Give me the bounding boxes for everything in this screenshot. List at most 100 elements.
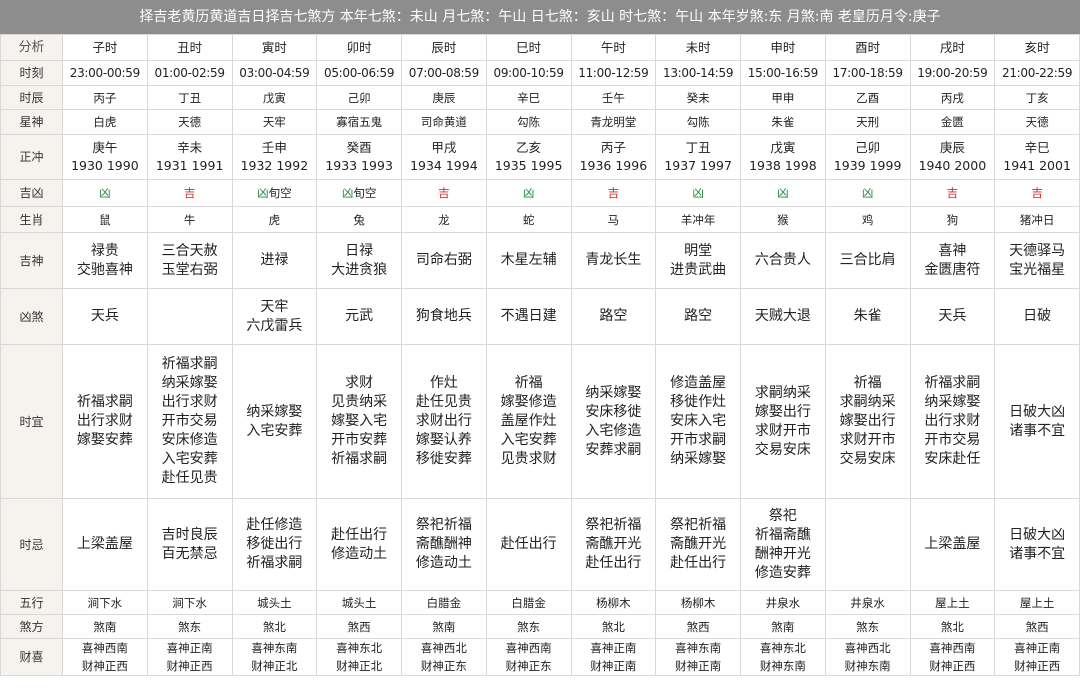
cell-shike-8: 15:00-16:59 (740, 60, 826, 86)
cell-line: 路空 (599, 308, 628, 324)
cell-jixiong-1: 吉 (146, 179, 233, 207)
cell-line: 1939 1999 (833, 158, 902, 173)
almanac-table: 分析 子时 丑时 寅时 卯时 辰时 巳时 午时 未时 申时 酉时 戌时 亥时 时刻 23:00-00:59 0… (0, 34, 1080, 676)
auspicious-mark: 吉 (946, 186, 959, 200)
cell-line: 戊寅 (770, 140, 796, 155)
row-label-caixi: 财喜 (0, 638, 63, 676)
cell-line: 祈福求嗣 (331, 451, 388, 467)
cell-line: 三合天赦 (161, 242, 218, 259)
cell-xingshen-3: 寡宿五鬼 (316, 109, 402, 135)
row-caixi: 财喜 喜神西南 财神正西 喜神正南 财神正西 喜神东南 财神正北 喜神东北 财神正北 喜神西北 财神… (0, 638, 1080, 676)
cell-line: 出行求财 (76, 413, 133, 429)
cell-fenxi-9: 酉时 (824, 34, 911, 61)
page-title: 择吉老黄历黄道吉日择吉七煞方 本年七煞：未山 月七煞：午山 日七煞：亥山 时七煞… (0, 0, 1080, 35)
cell-shiji-2: 赴任修造 移徙出行 祈福求嗣 (231, 498, 318, 591)
cell-line: 朱雀 (853, 308, 882, 324)
inauspicious-mark: 凶 (99, 186, 111, 200)
cell-line: 嫁娶出行 (839, 413, 896, 429)
cell-line: 祈福 (514, 375, 543, 391)
cell-fenxi-5: 巳时 (485, 34, 572, 61)
cell-zhengchong-7: 丁丑 1937 1997 (655, 134, 741, 180)
cell-line: 喜神西北 (844, 641, 891, 655)
cell-line: 喜神正南 (1014, 641, 1061, 655)
cell-jixiong-3: 凶旬空 (316, 179, 402, 207)
cell-line: 喜神西南 (81, 641, 128, 655)
row-xingshen: 星神 白虎 天德 天牢 寡宿五鬼 司命黄道 勾陈 青龙明堂 勾陈 朱雀 天刑 金匮 天德 (0, 109, 1080, 135)
cell-shafang-1: 煞东 (146, 614, 233, 639)
cell-line: 赴任出行 (500, 536, 557, 552)
cell-line: 嫁娶入宅 (331, 413, 388, 429)
cell-line: 日破大凶 (1009, 526, 1066, 543)
cell-line: 路空 (684, 308, 713, 324)
cell-shiji-10: 上梁盖屋 (909, 498, 996, 591)
cell-shiyi-3: 求财 见贵纳采 嫁娶入宅 开市安葬 祈福求嗣 (316, 344, 402, 499)
cell-line: 1935 1995 (494, 158, 563, 173)
cell-shiyi-1: 祈福求嗣 纳采嫁娶 出行求财 开市交易 安床修造 入宅安葬 赴任见贵 (146, 344, 233, 499)
cell-xiongsha-2: 天牢 六戊雷兵 (231, 288, 318, 345)
cell-jishen-0: 禄贵 交驰喜神 (62, 232, 148, 289)
cell-line: 修造动土 (415, 555, 472, 571)
row-xiongsha: 凶煞 天兵 天牢 六戊雷兵 元武 狗食地兵 不遇日建 路空 路空 天贼大退 朱雀 天兵 日破 (0, 288, 1080, 345)
cell-jixiong-8: 凶 (740, 179, 826, 207)
cell-xiongsha-9: 朱雀 (824, 288, 911, 345)
cell-xingshen-4: 司命黄道 (401, 109, 487, 135)
cell-zhengchong-0: 庚午 1930 1990 (62, 134, 148, 180)
cell-xiongsha-7: 路空 (655, 288, 741, 345)
cell-line: 上梁盖屋 (924, 536, 981, 552)
cell-shiyi-11: 日破大凶 诸事不宜 (994, 344, 1080, 499)
cell-jishen-5: 木星左辅 (485, 232, 572, 289)
cell-xingshen-10: 金匮 (909, 109, 996, 135)
cell-line: 祈福 (853, 375, 882, 391)
cell-line: 入宅修造 (585, 422, 642, 439)
cell-shiji-4: 祭祀祈福 斋醮酬神 修造动土 (401, 498, 487, 591)
cell-line: 1933 1993 (325, 158, 393, 173)
cell-shengxiao-5: 蛇 (485, 206, 572, 233)
cell-line: 司命右弼 (415, 252, 472, 268)
cell-line: 丙子 (600, 140, 626, 155)
cell-line: 求财 (345, 375, 374, 391)
cell-line: 六戊雷兵 (246, 317, 303, 334)
cell-line: 祈福求嗣 (924, 375, 981, 391)
cell-wuxing-5: 白腊金 (485, 590, 572, 615)
cell-line: 嫁娶出行 (754, 403, 811, 420)
cell-line: 祈福求嗣 (161, 356, 218, 372)
cell-line: 喜神正南 (590, 641, 637, 655)
cell-line: 明堂 (684, 242, 713, 259)
cell-line: 喜神西南 (929, 641, 976, 655)
cell-line: 喜神西南 (505, 641, 552, 655)
row-label-jishen: 吉神 (0, 232, 63, 289)
cell-line: 1932 1992 (240, 158, 309, 173)
cell-line: 诸事不宜 (1009, 422, 1066, 439)
cell-zhengchong-2: 壬申 1932 1992 (231, 134, 318, 180)
cell-jishen-7: 明堂 进贵武曲 (655, 232, 741, 289)
cell-fenxi-8: 申时 (740, 34, 826, 61)
row-shafang: 煞方 煞南 煞东 煞北 煞西 煞南 煞东 煞北 煞西 煞南 煞东 煞北 煞西 (0, 614, 1080, 639)
cell-line: 纳采嫁娶 (585, 384, 642, 401)
cell-line: 甲戌 (431, 140, 457, 155)
cell-caixi-6: 喜神正南 财神正南 (570, 638, 657, 676)
cell-line: 进贵武曲 (670, 261, 727, 278)
inauspicious-mark: 凶旬空 (257, 186, 292, 200)
cell-shiji-3: 赴任出行 修造动土 (316, 498, 402, 591)
cell-shiji-5: 赴任出行 (485, 498, 572, 591)
cell-line: 喜神东南 (251, 641, 298, 655)
cell-fenxi-4: 辰时 (401, 34, 487, 61)
cell-line: 安床修造 (161, 432, 218, 448)
row-shiji: 时忌 上梁盖屋 吉时良辰 百无禁忌 赴任修造 移徙出行 祈福求嗣 赴任出行 修造动土 祭祀祈福 斋醮… (0, 498, 1080, 591)
cell-line: 上梁盖屋 (76, 536, 133, 552)
cell-xiongsha-6: 路空 (570, 288, 657, 345)
cell-line: 交易安床 (754, 441, 811, 458)
cell-jixiong-0: 凶 (62, 179, 148, 207)
cell-line: 祈福求嗣 (76, 394, 133, 410)
cell-line: 丁丑 (685, 140, 711, 155)
cell-shichen-1: 丁丑 (146, 85, 233, 110)
cell-zhengchong-9: 己卯 1939 1999 (824, 134, 911, 180)
cell-xingshen-2: 天牢 (231, 109, 318, 135)
row-label-shike: 时刻 (0, 60, 63, 86)
cell-jishen-9: 三合比肩 (824, 232, 911, 289)
cell-fenxi-10: 戌时 (909, 34, 996, 61)
cell-wuxing-4: 白腊金 (401, 590, 487, 615)
cell-caixi-11: 喜神正南 财神正西 (994, 638, 1080, 676)
row-label-shafang: 煞方 (0, 614, 63, 639)
auspicious-mark: 吉 (183, 186, 196, 200)
